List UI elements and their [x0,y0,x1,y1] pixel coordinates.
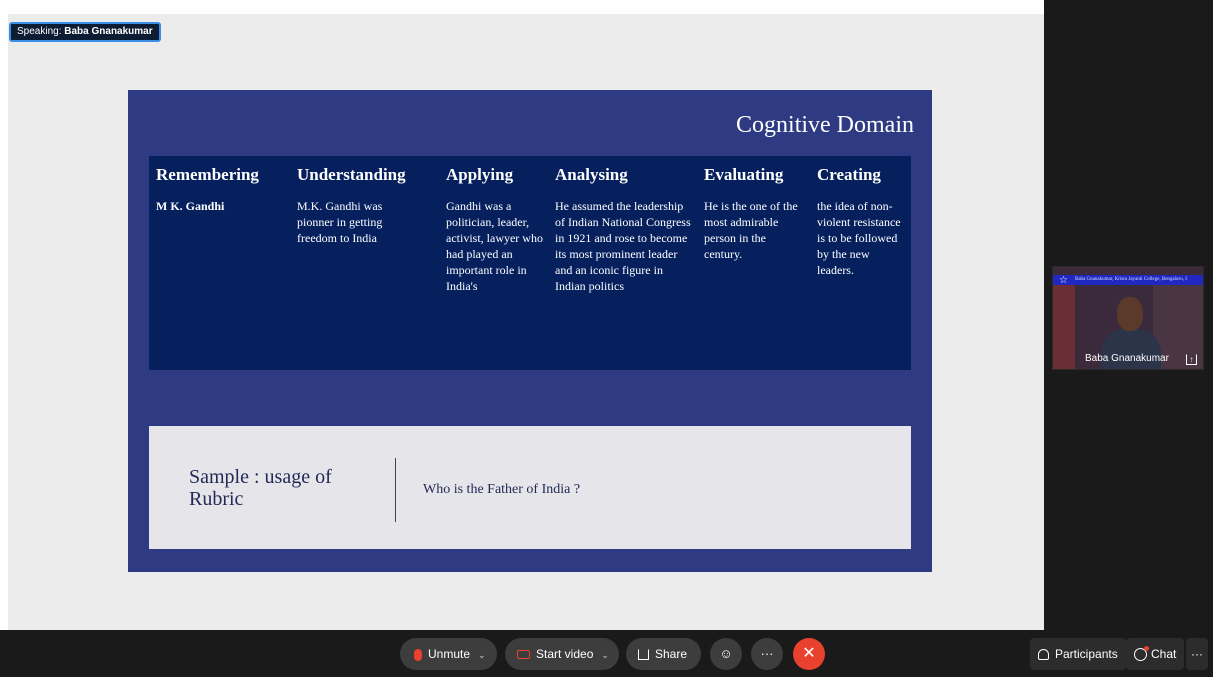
cognitive-domain-table: Remembering M K. Gandhi Understanding M.… [149,156,911,370]
sharing-icon: ↑ [1186,354,1197,365]
column-heading: Remembering [156,165,259,184]
rubric-sample-box: Sample : usage of Rubric Who is the Fath… [149,426,911,549]
column-body: Gandhi was a politician, leader, activis… [446,199,543,293]
start-video-label: Start video [536,647,594,661]
unmute-label: Unmute [428,647,471,661]
column-heading: Analysing [555,165,628,184]
column-heading: Applying [446,165,514,184]
leave-meeting-button[interactable]: ✕ [793,638,825,670]
speaking-prefix: Speaking: [17,26,62,37]
chat-button[interactable]: Chat [1126,638,1185,670]
column-body: He assumed the leadership of Indian Nati… [555,199,691,293]
column-remembering: Remembering M K. Gandhi [156,164,286,214]
close-icon: ✕ [802,645,816,662]
slide-title: Cognitive Domain [736,112,914,138]
rubric-label: Sample : usage of Rubric [189,466,332,510]
video-banner: Baba Gnanakumar, Kristu Jayanti College,… [1053,275,1203,285]
rubric-divider [395,458,396,522]
shared-screen-canvas: Cognitive Domain Remembering M K. Gandhi… [8,14,1044,630]
speaking-indicator: Speaking: Baba Gnanakumar [9,22,161,42]
speaking-name: Baba Gnanakumar [64,26,153,37]
star-icon[interactable]: ☆ [1059,275,1071,287]
chat-label: Chat [1151,647,1177,661]
smiley-icon: ☺ [719,646,733,661]
share-label: Share [655,647,688,661]
column-analysing: Analysing He assumed the leadership of I… [555,164,695,294]
ellipsis-icon: ··· [1191,647,1203,661]
notification-dot [1144,646,1149,652]
reactions-button[interactable]: ☺ [710,638,742,670]
participants-button[interactable]: Participants [1030,638,1126,670]
person-icon [1038,649,1049,661]
column-evaluating: Evaluating He is the one of the most adm… [704,164,804,262]
column-creating: Creating the idea of non-violent resista… [817,164,903,278]
column-body: M K. Gandhi [156,199,225,213]
column-heading: Understanding [297,165,406,184]
column-understanding: Understanding M.K. Gandhi was pionner in… [297,164,406,246]
unmute-button[interactable]: Unmute ⌄ [400,638,497,670]
column-body: M.K. Gandhi was pionner in getting freed… [297,199,383,245]
participant-panel: Baba Gnanakumar, Kristu Jayanti College,… [1044,0,1213,630]
participant-head [1117,297,1143,331]
video-off-icon [517,650,530,660]
chat-icon [1134,646,1149,662]
share-button[interactable]: Share [626,638,701,670]
share-icon [638,649,649,661]
microphone-muted-icon [414,648,422,661]
more-options-button[interactable]: ··· [751,638,783,670]
column-body: He is the one of the most admirable pers… [704,199,798,261]
rubric-question: Who is the Father of India ? [423,482,581,497]
start-video-button[interactable]: Start video ⌄ [505,638,619,670]
more-panel-button[interactable]: ··· [1186,638,1208,670]
column-heading: Creating [817,165,881,184]
chevron-down-icon[interactable]: ⌄ [478,639,486,671]
column-heading: Evaluating [704,165,784,184]
chevron-down-icon[interactable]: ⌄ [601,639,609,671]
ellipsis-icon: ··· [760,646,774,661]
meeting-toolbar: Unmute ⌄ Start video ⌄ Share ☺ ··· ✕ Parti… [0,630,1213,677]
video-background [1053,285,1075,369]
column-body: the idea of non-violent resistance is to… [817,199,901,277]
participants-label: Participants [1055,647,1118,661]
participant-name: Baba Gnanakumar [1085,353,1169,364]
column-applying: Applying Gandhi was a politician, leader… [446,164,546,294]
presentation-slide: Cognitive Domain Remembering M K. Gandhi… [128,90,932,572]
shared-screen-area: Cognitive Domain Remembering M K. Gandhi… [0,0,1044,630]
participant-video-tile[interactable]: Baba Gnanakumar, Kristu Jayanti College,… [1052,266,1204,370]
